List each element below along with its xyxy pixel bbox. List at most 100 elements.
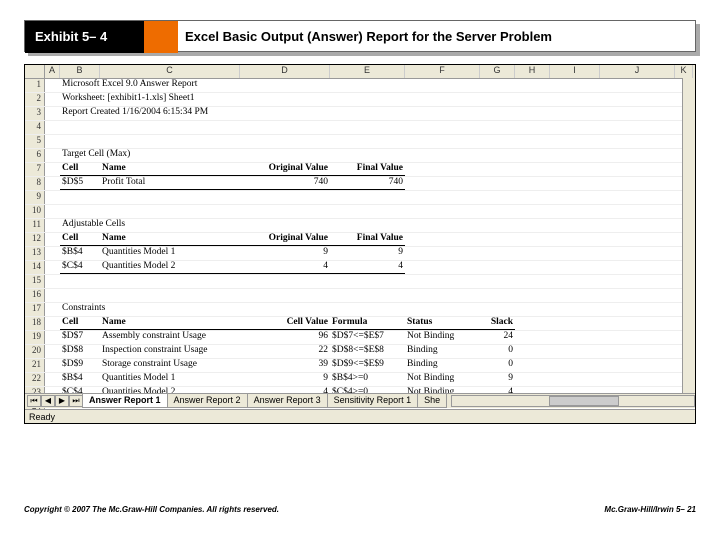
sheet-tab[interactable]: Answer Report 3 bbox=[247, 394, 328, 408]
status-bar: Ready bbox=[25, 409, 695, 423]
con-status: Not Binding bbox=[405, 331, 480, 344]
grid-rows: 1Microsoft Excel 9.0 Answer Report 2Work… bbox=[25, 79, 695, 415]
adj-cell: $C$4 bbox=[60, 261, 100, 274]
row-num[interactable]: 13 bbox=[25, 247, 45, 260]
col-h[interactable]: H bbox=[515, 65, 550, 78]
con-cell: $D$9 bbox=[60, 359, 100, 372]
hdr-cell: Cell bbox=[60, 163, 100, 176]
target-orig: 740 bbox=[240, 177, 330, 190]
row-num[interactable]: 8 bbox=[25, 177, 45, 190]
tab-nav-last-icon[interactable]: ⏭ bbox=[69, 395, 83, 407]
sheet-tab-bar: ⏮ ◀ ▶ ⏭ Answer Report 1 Answer Report 2 … bbox=[25, 393, 695, 408]
row-num[interactable]: 9 bbox=[25, 191, 45, 204]
adj-final: 4 bbox=[330, 261, 405, 274]
adj-orig: 9 bbox=[240, 247, 330, 260]
con-cv: 9 bbox=[240, 373, 330, 386]
hdr-orig: Original Value bbox=[240, 163, 330, 176]
con-cv: 22 bbox=[240, 345, 330, 358]
row-num[interactable]: 16 bbox=[25, 289, 45, 302]
hdr-final: Final Value bbox=[330, 163, 405, 176]
row-num[interactable]: 22 bbox=[25, 373, 45, 386]
header-bar: Exhibit 5– 4 Excel Basic Output (Answer)… bbox=[24, 20, 696, 52]
report-title: Microsoft Excel 9.0 Answer Report bbox=[60, 79, 199, 92]
col-i[interactable]: I bbox=[550, 65, 600, 78]
row-num[interactable]: 4 bbox=[25, 121, 45, 134]
row-num[interactable]: 3 bbox=[25, 107, 45, 120]
target-cell: $D$5 bbox=[60, 177, 100, 190]
page-title: Excel Basic Output (Answer) Report for t… bbox=[185, 21, 552, 53]
excel-report-embed: A B C D E F G H I J K 1 Microsoft Excel 9… bbox=[24, 64, 696, 424]
page-label: Mc.Graw-Hill/Irwin 5– 21 bbox=[604, 505, 696, 514]
hdr-name: Name bbox=[100, 163, 240, 176]
tab-nav-next-icon[interactable]: ▶ bbox=[55, 395, 69, 407]
adj-section: Adjustable Cells bbox=[60, 219, 127, 232]
row-num[interactable]: 20 bbox=[25, 345, 45, 358]
row-num[interactable]: 7 bbox=[25, 163, 45, 176]
row-num[interactable]: 14 bbox=[25, 261, 45, 274]
col-d[interactable]: D bbox=[240, 65, 330, 78]
row-num[interactable]: 2 bbox=[25, 93, 45, 106]
orange-accent bbox=[144, 21, 178, 53]
con-name: Assembly constraint Usage bbox=[100, 331, 240, 344]
target-name: Profit Total bbox=[100, 177, 240, 190]
target-section: Target Cell (Max) bbox=[60, 149, 132, 162]
con-status: Binding bbox=[405, 359, 480, 372]
slide-header: Exhibit 5– 4 Excel Basic Output (Answer)… bbox=[24, 20, 696, 52]
row-num[interactable]: 21 bbox=[25, 359, 45, 372]
row-num[interactable]: 5 bbox=[25, 135, 45, 148]
row-num[interactable]: 15 bbox=[25, 275, 45, 288]
row-num[interactable]: 11 bbox=[25, 219, 45, 232]
col-e[interactable]: E bbox=[330, 65, 405, 78]
con-status: Binding bbox=[405, 345, 480, 358]
corner-cell bbox=[25, 65, 45, 78]
exhibit-label: Exhibit 5– 4 bbox=[25, 21, 144, 53]
hdr-formula: Formula bbox=[330, 317, 405, 330]
con-name: Storage constraint Usage bbox=[100, 359, 240, 372]
adj-final: 9 bbox=[330, 247, 405, 260]
row-num[interactable]: 6 bbox=[25, 149, 45, 162]
sheet-tab[interactable]: Answer Report 2 bbox=[167, 394, 248, 408]
con-formula: $D$8<=$E$8 bbox=[330, 345, 405, 358]
con-slack: 0 bbox=[480, 359, 515, 372]
row-num[interactable]: 12 bbox=[25, 233, 45, 246]
sheet-tab[interactable]: She bbox=[417, 394, 447, 408]
hdr-status: Status bbox=[405, 317, 480, 330]
row-num[interactable]: 1 bbox=[25, 79, 45, 92]
con-formula: $D$7<=$E$7 bbox=[330, 331, 405, 344]
hdr-cell: Cell bbox=[60, 317, 100, 330]
adj-orig: 4 bbox=[240, 261, 330, 274]
con-slack: 24 bbox=[480, 331, 515, 344]
sheet-tab[interactable]: Answer Report 1 bbox=[82, 394, 168, 408]
horizontal-scrollbar[interactable] bbox=[451, 395, 695, 407]
row-num[interactable]: 18 bbox=[25, 317, 45, 330]
col-g[interactable]: G bbox=[480, 65, 515, 78]
tab-nav-prev-icon[interactable]: ◀ bbox=[41, 395, 55, 407]
sheet-tab[interactable]: Sensitivity Report 1 bbox=[327, 394, 419, 408]
row-num[interactable]: 19 bbox=[25, 331, 45, 344]
target-final: 740 bbox=[330, 177, 405, 190]
adj-name: Quantities Model 1 bbox=[100, 247, 240, 260]
con-cell: $B$4 bbox=[60, 373, 100, 386]
tab-nav-first-icon[interactable]: ⏮ bbox=[27, 395, 41, 407]
hdr-name: Name bbox=[100, 233, 240, 246]
hdr-name: Name bbox=[100, 317, 240, 330]
created-line: Report Created 1/16/2004 6:15:34 PM bbox=[60, 107, 210, 120]
row-num[interactable]: 10 bbox=[25, 205, 45, 218]
adj-name: Quantities Model 2 bbox=[100, 261, 240, 274]
vertical-scrollbar[interactable] bbox=[682, 78, 695, 394]
copyright-text: Copyright © 2007 The Mc.Graw-Hill Compan… bbox=[24, 505, 279, 514]
hdr-final: Final Value bbox=[330, 233, 405, 246]
hdr-orig: Original Value bbox=[240, 233, 330, 246]
col-c[interactable]: C bbox=[100, 65, 240, 78]
col-b[interactable]: B bbox=[60, 65, 100, 78]
con-formula: $D$9<=$E$9 bbox=[330, 359, 405, 372]
col-f[interactable]: F bbox=[405, 65, 480, 78]
con-formula: $B$4>=0 bbox=[330, 373, 405, 386]
row-num[interactable]: 17 bbox=[25, 303, 45, 316]
scrollbar-thumb[interactable] bbox=[549, 396, 619, 406]
col-a[interactable]: A bbox=[45, 65, 60, 78]
con-status: Not Binding bbox=[405, 373, 480, 386]
col-k[interactable]: K bbox=[675, 65, 693, 78]
col-j[interactable]: J bbox=[600, 65, 675, 78]
con-cv: 39 bbox=[240, 359, 330, 372]
